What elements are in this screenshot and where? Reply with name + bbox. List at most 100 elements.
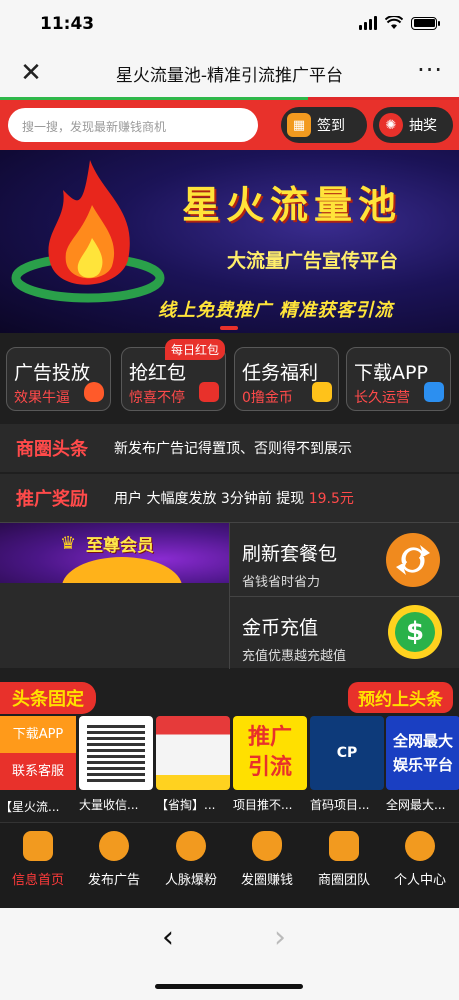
back-button[interactable]: ‹ bbox=[162, 920, 174, 955]
forward-button[interactable]: › bbox=[274, 920, 286, 955]
lottery-label: 抽奖 bbox=[409, 118, 437, 134]
ad-image bbox=[156, 716, 230, 790]
recycle-icon bbox=[176, 831, 206, 861]
vip-banner[interactable]: ♛ 至尊会员 bbox=[0, 523, 229, 583]
dollar-coin-icon: $ bbox=[388, 605, 442, 659]
headline-row[interactable]: 商圈头条 新发布广告记得置顶、否则得不到展示 bbox=[0, 424, 459, 472]
ad-image: 推广引流 bbox=[233, 716, 307, 790]
pinned-ads: 下载APP 联系客服 【星火流... 大量收信... 【省掏】... 推广引流 … bbox=[0, 714, 459, 822]
home-indicator bbox=[155, 984, 303, 989]
refresh-title: 刷新套餐包 bbox=[242, 543, 338, 565]
tab-network[interactable]: 人脉爆粉 bbox=[153, 831, 229, 888]
tab-label: 商圈团队 bbox=[317, 873, 370, 888]
refresh-icon bbox=[386, 533, 440, 587]
coins-title: 金币充值 bbox=[242, 617, 319, 639]
promo-grid: ♛ 至尊会员 刷新套餐包 省钱省时省力 金币充值 充值优惠越充越值 $ bbox=[0, 522, 459, 669]
search-input[interactable]: 搜一搜，发现最新赚钱商机 bbox=[8, 108, 258, 142]
flame-logo-icon bbox=[11, 160, 165, 303]
reward-label: 推广奖励 bbox=[16, 489, 88, 510]
ad-caption: 项目推不... bbox=[233, 798, 293, 812]
tab-publish[interactable]: 发布广告 bbox=[76, 831, 152, 888]
thumbs-up-icon bbox=[312, 382, 332, 402]
store-icon bbox=[424, 382, 444, 402]
tab-label: 发布广告 bbox=[87, 873, 140, 888]
quick-card-title: 抢红包 bbox=[129, 362, 187, 384]
vip-title: 至尊会员 bbox=[86, 536, 154, 556]
quick-card-sub: 长久运营 bbox=[354, 390, 410, 406]
status-time: 11:43 bbox=[40, 14, 95, 34]
contact-service-button[interactable]: 联系客服 bbox=[0, 753, 76, 790]
flame-icon bbox=[84, 382, 104, 402]
lottery-button[interactable]: ✺ 抽奖 bbox=[373, 107, 453, 143]
user-icon bbox=[405, 831, 435, 861]
more-icon[interactable]: ··· bbox=[417, 56, 443, 84]
vip-decoration bbox=[62, 557, 182, 583]
reward-message: 用户 大幅度发放 3分钟前 提现 bbox=[114, 491, 305, 507]
reward-text: 用户 大幅度发放 3分钟前 提现 19.5元 bbox=[114, 488, 354, 508]
ad-item[interactable]: CP 首码项目... bbox=[310, 716, 384, 813]
headline-label: 商圈头条 bbox=[16, 439, 88, 460]
close-icon[interactable]: ✕ bbox=[16, 58, 46, 88]
ad-image: 全网最大娱乐平台 bbox=[386, 716, 459, 790]
ad-item[interactable]: 【星火流... bbox=[0, 798, 74, 815]
bottom-tab-bar: 信息首页 发布广告 人脉爆粉 发圈赚钱 商圈团队 个人中心 bbox=[0, 822, 459, 908]
ad-caption: 大量收信... bbox=[79, 798, 139, 812]
quick-card-title: 广告投放 bbox=[14, 362, 91, 384]
tab-label: 人脉爆粉 bbox=[164, 873, 217, 888]
ad-item[interactable]: 推广引流 项目推不... bbox=[233, 716, 307, 813]
reward-row[interactable]: 推广奖励 用户 大幅度发放 3分钟前 提现 19.5元 bbox=[0, 474, 459, 522]
tab-label: 个人中心 bbox=[393, 873, 446, 888]
pinned-section-header: 头条固定 预约上头条 bbox=[0, 678, 459, 714]
quick-card-title: 下载APP bbox=[354, 362, 428, 384]
tab-label: 信息首页 bbox=[11, 873, 64, 888]
tab-home[interactable]: 信息首页 bbox=[0, 831, 76, 888]
app-content: 搜一搜，发现最新赚钱商机 ▦ 签到 ✺ 抽奖 星火流量池 大流量广告宣传平台 线… bbox=[0, 100, 459, 908]
wheel-icon: ✺ bbox=[379, 113, 403, 137]
qr-code-image bbox=[79, 716, 153, 790]
quick-card-download[interactable]: 下载APP 长久运营 bbox=[346, 347, 451, 411]
tab-label: 发圈赚钱 bbox=[240, 873, 293, 888]
hero-banner[interactable]: 星火流量池 大流量广告宣传平台 线上免费推广 精准获客引流 bbox=[0, 150, 459, 333]
banner-subtitle: 大流量广告宣传平台 bbox=[227, 250, 399, 272]
signin-label: 签到 bbox=[317, 118, 345, 134]
reserve-headline-button[interactable]: 预约上头条 bbox=[348, 682, 453, 713]
browser-nav-bar: ✕ 星火流量池-精准引流推广平台 ··· bbox=[0, 48, 459, 98]
pinned-title: 头条固定 bbox=[0, 682, 96, 714]
page-title: 星火流量池-精准引流推广平台 bbox=[115, 66, 344, 86]
ad-item[interactable]: 全网最大娱乐平台 全网最大... bbox=[386, 716, 459, 813]
coin-recharge-item[interactable]: 金币充值 充值优惠越充越值 bbox=[242, 613, 346, 664]
ad-caption: 【星火流... bbox=[0, 800, 60, 814]
wifi-icon bbox=[385, 16, 403, 29]
headline-text: 新发布广告记得置顶、否则得不到展示 bbox=[114, 441, 352, 457]
ad-caption: 【省掏】... bbox=[156, 798, 216, 812]
signin-button[interactable]: ▦ 签到 bbox=[281, 107, 367, 143]
carousel-indicator bbox=[220, 326, 238, 330]
quick-card-title: 任务福利 bbox=[242, 362, 319, 384]
divider bbox=[229, 596, 459, 597]
tab-profile[interactable]: 个人中心 bbox=[382, 831, 458, 888]
banner-slogan: 线上免费推广 精准获客引流 bbox=[158, 300, 394, 321]
download-app-button[interactable]: 下载APP bbox=[0, 716, 76, 753]
quick-card-tasks[interactable]: 任务福利 0撸金币 bbox=[234, 347, 339, 411]
red-packet-icon bbox=[199, 382, 219, 402]
ad-item[interactable]: 【省掏】... bbox=[156, 716, 230, 813]
ad-caption: 全网最大... bbox=[386, 798, 446, 812]
ad-image: CP bbox=[310, 716, 384, 790]
dollar-glyph: $ bbox=[395, 612, 435, 652]
quick-card-sub: 0撸金币 bbox=[242, 390, 293, 406]
quick-card-sub: 惊喜不停 bbox=[129, 390, 185, 406]
ad-item[interactable]: 大量收信... bbox=[79, 716, 153, 813]
refresh-sub: 省钱省时省力 bbox=[242, 575, 321, 590]
battery-icon bbox=[411, 16, 440, 30]
send-icon bbox=[99, 831, 129, 861]
crown-icon: ♛ bbox=[60, 533, 77, 554]
quick-card-ads[interactable]: 广告投放 效果牛逼 bbox=[6, 347, 111, 411]
browser-toolbar: ‹ › bbox=[0, 908, 459, 1000]
status-bar: 11:43 bbox=[0, 0, 459, 48]
quick-card-sub: 效果牛逼 bbox=[14, 390, 70, 406]
search-header: 搜一搜，发现最新赚钱商机 ▦ 签到 ✺ 抽奖 bbox=[0, 100, 459, 150]
refresh-package-item[interactable]: 刷新套餐包 省钱省时省力 bbox=[242, 539, 337, 590]
tab-team[interactable]: 商圈团队 bbox=[306, 831, 382, 888]
calendar-icon: ▦ bbox=[287, 113, 311, 137]
tab-earn[interactable]: 发圈赚钱 bbox=[229, 831, 305, 888]
